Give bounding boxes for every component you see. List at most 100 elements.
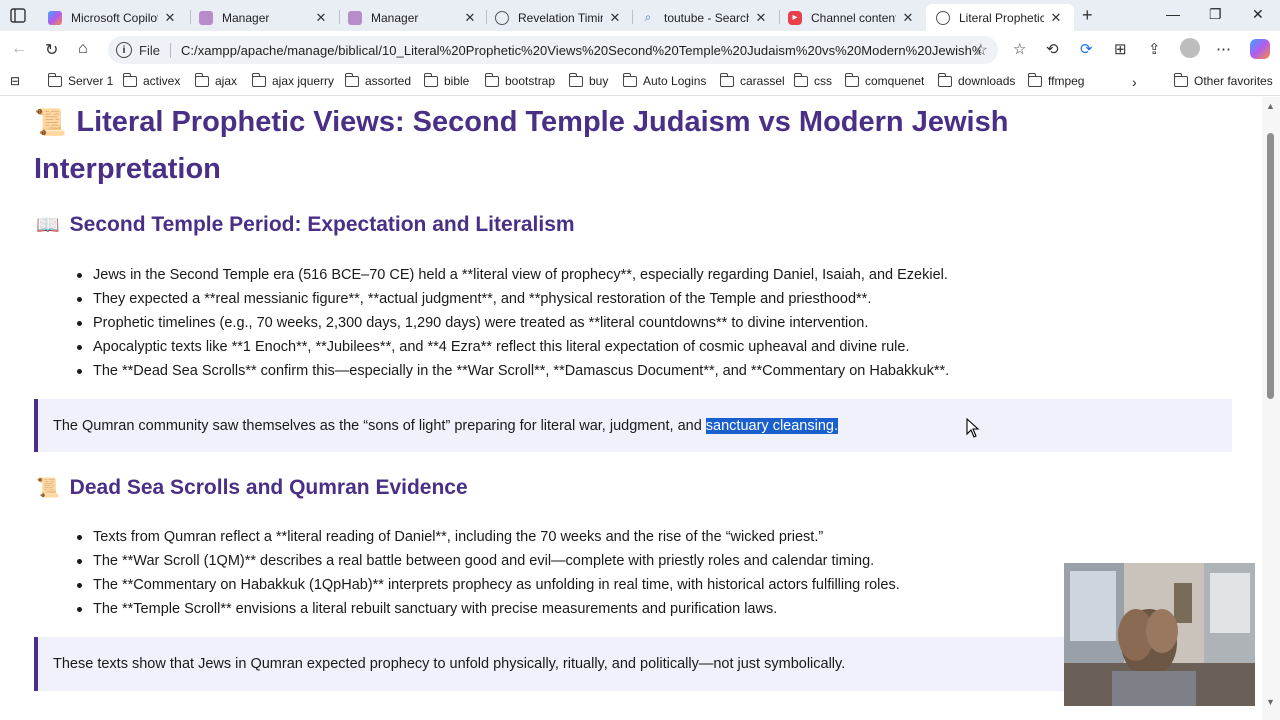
- other-favorites[interactable]: Other favorites: [1173, 72, 1273, 88]
- profile-avatar[interactable]: [1180, 38, 1200, 58]
- favorite-star-icon[interactable]: ☆: [974, 40, 988, 60]
- address-bar[interactable]: i File C:/xampp/apache/manage/biblical/1…: [108, 36, 998, 64]
- list-item: Prophetic timelines (e.g., 70 weeks, 2,3…: [76, 311, 949, 335]
- bookmark-folder[interactable]: css: [793, 72, 832, 88]
- folder-icon: [568, 72, 583, 87]
- close-tab-icon[interactable]: ✕: [900, 10, 916, 26]
- list-item: The **Commentary on Habakkuk (1QpHab)** …: [76, 573, 900, 597]
- scrollbar-thumb[interactable]: [1267, 133, 1274, 399]
- close-tab-icon[interactable]: ✕: [753, 10, 769, 26]
- minimize-button[interactable]: —: [1166, 6, 1180, 22]
- bookmark-label: activex: [143, 74, 181, 88]
- close-tab-icon[interactable]: ✕: [1048, 10, 1064, 26]
- tab-manager-1[interactable]: Manager ✕: [189, 4, 339, 31]
- site-info-icon[interactable]: i: [116, 42, 132, 58]
- bookmark-folder[interactable]: downloads: [937, 72, 1015, 88]
- bullet-list: Texts from Qumran reflect a **literal re…: [76, 525, 900, 621]
- reading-list-icon[interactable]: ⊟: [10, 74, 20, 88]
- tab-copilot[interactable]: Microsoft Copilot: ✕: [38, 4, 188, 31]
- close-window-button[interactable]: ✕: [1252, 6, 1264, 23]
- close-tab-icon[interactable]: ✕: [313, 10, 329, 26]
- toolbar: ← ↻ ⌂ i File C:/xampp/apache/manage/bibl…: [0, 31, 1280, 69]
- bookmark-folder[interactable]: assorted: [344, 72, 412, 88]
- search-icon: ⌕: [644, 10, 652, 24]
- globe-icon: [936, 10, 950, 25]
- tab-label: Manager: [222, 10, 270, 25]
- extensions-icon[interactable]: ⊞: [1114, 40, 1127, 58]
- list-item: The **Temple Scroll** envisions a litera…: [76, 597, 900, 621]
- tab-manager-2[interactable]: Manager ✕: [338, 4, 488, 31]
- chevron-right-icon[interactable]: ›: [1132, 74, 1137, 90]
- bookmark-folder[interactable]: Server 1: [47, 72, 114, 88]
- bookmark-label: comquenet: [865, 74, 925, 88]
- vertical-scrollbar[interactable]: ▲ ▼: [1262, 97, 1280, 720]
- restore-button[interactable]: ❐: [1209, 6, 1222, 23]
- youtube-studio-icon: ▸: [788, 10, 802, 25]
- bookmark-folder[interactable]: bootstrap: [484, 72, 555, 88]
- tab-channel-content[interactable]: ▸ Channel content - ✕: [778, 4, 926, 31]
- bookmark-label: Auto Logins: [643, 74, 707, 88]
- selected-text: sanctuary cleansing.: [705, 417, 838, 434]
- bookmark-folder[interactable]: bible: [423, 72, 469, 88]
- webcam-feed-image: [1064, 563, 1255, 706]
- bookmark-label: Other favorites: [1194, 74, 1273, 88]
- bookmark-label: buy: [589, 74, 609, 88]
- folder-icon: [622, 72, 637, 87]
- copilot-favicon-icon: [48, 10, 62, 25]
- list-item: Apocalyptic texts like **1 Enoch**, **Ju…: [76, 335, 949, 359]
- webcam-overlay: [1064, 563, 1255, 706]
- back-button[interactable]: ←: [11, 40, 27, 58]
- sync-icon[interactable]: ⟳: [1080, 40, 1093, 58]
- close-tab-icon[interactable]: ✕: [162, 10, 178, 26]
- copilot-icon[interactable]: [1250, 39, 1270, 59]
- folder-icon: [122, 72, 137, 87]
- new-tab-button[interactable]: +: [1082, 5, 1093, 26]
- bookmark-folder[interactable]: comquenet: [844, 72, 925, 88]
- bookmark-folder[interactable]: ajax jquerry: [251, 72, 334, 88]
- home-button[interactable]: ⌂: [78, 40, 88, 58]
- folder-icon: [1027, 72, 1042, 87]
- bookmark-label: Server 1: [68, 74, 114, 88]
- page-title-text: Literal Prophetic Views: Second Temple J…: [34, 106, 1009, 185]
- scroll-down-icon[interactable]: ▼: [1266, 697, 1275, 707]
- globe-icon: [495, 10, 509, 25]
- tab-label: Literal Prophetic V: [959, 10, 1044, 25]
- scroll-up-icon[interactable]: ▲: [1266, 101, 1275, 111]
- folder-icon: [251, 72, 266, 87]
- close-tab-icon[interactable]: ✕: [462, 10, 478, 26]
- tab-revelation-timing[interactable]: Revelation Timing ✕: [485, 4, 633, 31]
- tab-literal-prophetic[interactable]: Literal Prophetic V ✕: [926, 4, 1074, 31]
- bookmark-label: assorted: [365, 74, 412, 88]
- folder-icon: [793, 72, 808, 87]
- bookmark-folder[interactable]: carassel: [719, 72, 785, 88]
- folder-icon: [423, 72, 438, 87]
- section-heading: 📖 Second Temple Period: Expectation and …: [36, 213, 575, 237]
- bookmark-folder[interactable]: activex: [122, 72, 181, 88]
- book-emoji-icon: 📖: [36, 215, 60, 236]
- reload-button[interactable]: ↻: [45, 40, 58, 60]
- list-item: The **War Scroll (1QM)** describes a rea…: [76, 549, 900, 573]
- bookmark-folder[interactable]: Auto Logins: [622, 72, 707, 88]
- tab-label: Microsoft Copilot:: [71, 10, 158, 25]
- folder-icon: [844, 72, 859, 87]
- folder-icon: [719, 72, 734, 87]
- tab-actions-icon[interactable]: [10, 8, 26, 23]
- tab-youtube-search[interactable]: ⌕ toutube - Search ✕: [631, 4, 779, 31]
- quote-text: These texts show that Jews in Qumran exp…: [53, 656, 846, 672]
- close-tab-icon[interactable]: ✕: [607, 10, 623, 26]
- share-icon[interactable]: ⇪: [1148, 40, 1161, 58]
- bookmark-folder[interactable]: buy: [568, 72, 609, 88]
- more-options-icon[interactable]: ⋯: [1216, 40, 1231, 58]
- tab-label: Manager: [371, 10, 419, 25]
- history-icon[interactable]: ⟲: [1046, 40, 1059, 58]
- manager-favicon-icon: [199, 10, 213, 25]
- folder-icon: [344, 72, 359, 87]
- section-heading-text: Dead Sea Scrolls and Qumran Evidence: [69, 476, 468, 499]
- favorites-icon[interactable]: ☆: [1013, 40, 1026, 58]
- tab-strip: Microsoft Copilot: ✕ Manager ✕ Manager ✕…: [0, 0, 1280, 31]
- bookmark-folder[interactable]: ajax: [194, 72, 237, 88]
- bookmark-folder[interactable]: ffmpeg: [1027, 72, 1084, 88]
- folder-icon: [1173, 72, 1188, 87]
- tab-label: toutube - Search: [664, 10, 749, 25]
- url-text[interactable]: C:/xampp/apache/manage/biblical/10_Liter…: [181, 43, 981, 58]
